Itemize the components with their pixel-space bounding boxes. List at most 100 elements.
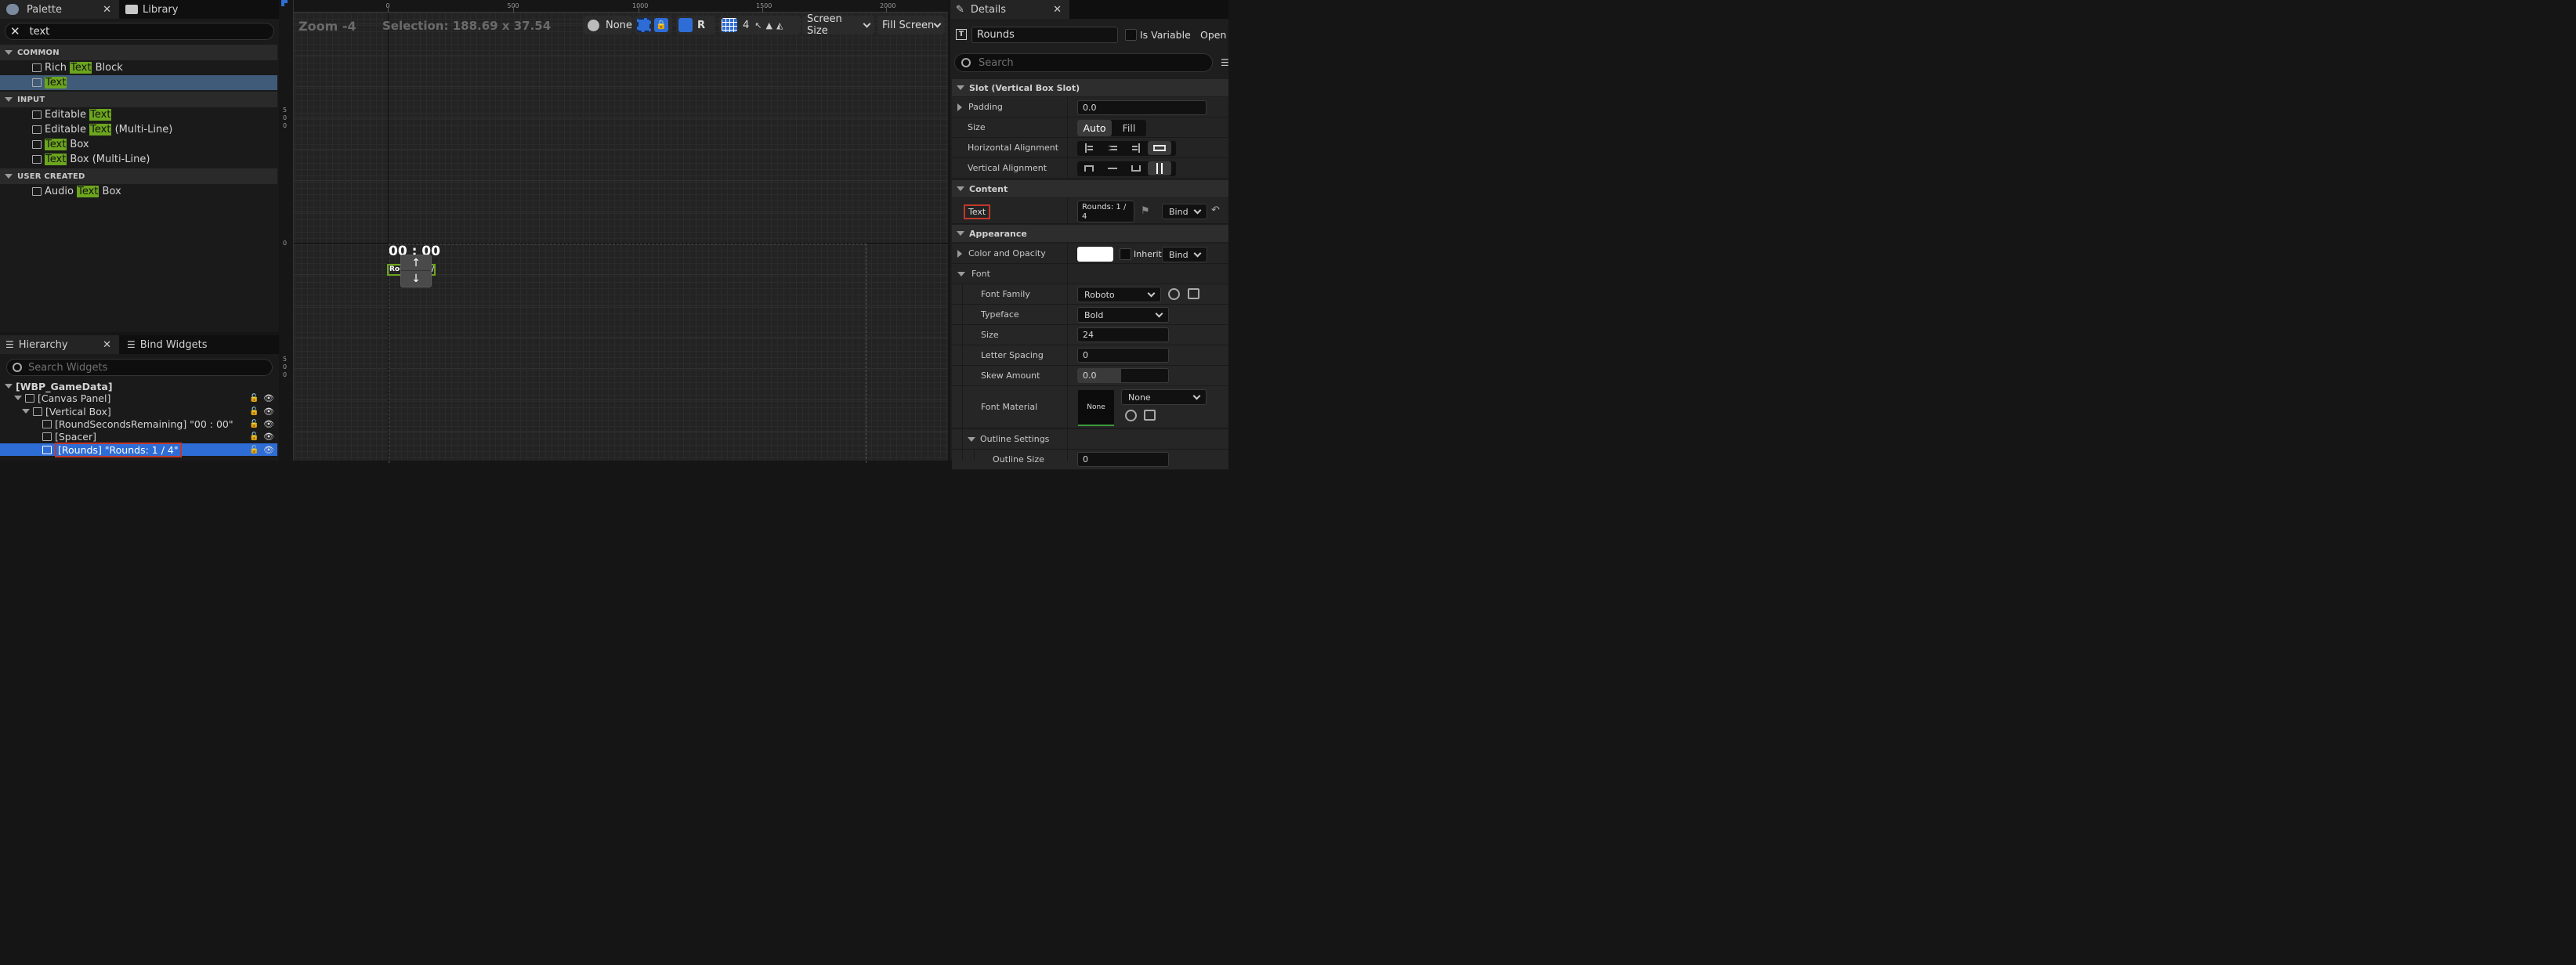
align-bottom-icon[interactable] xyxy=(1124,161,1148,175)
details-search[interactable]: Search xyxy=(954,53,1213,72)
lock-icon[interactable]: 🔓 xyxy=(249,407,259,416)
font-material-thumbnail[interactable]: None xyxy=(1078,390,1114,426)
tree-node[interactable]: [RoundSecondsRemaining] "00 : 00" 🔓 👁 xyxy=(0,417,277,430)
ruler-vertical xyxy=(281,0,294,461)
reset-icon[interactable]: ↶ xyxy=(1211,204,1220,216)
move-down-icon[interactable]: ↓ xyxy=(401,271,431,287)
screen-size-label: Screen Size xyxy=(807,13,842,37)
grid-snap-toggle[interactable]: 4 ↖ ▲ ◭ xyxy=(719,16,801,34)
palette-category[interactable]: INPUT xyxy=(0,92,277,107)
section-slot[interactable]: Slot (Vertical Box Slot) xyxy=(952,79,1228,96)
fill-screen-dropdown[interactable]: Fill Screen xyxy=(877,16,945,34)
tree-node-label: [Canvas Panel] xyxy=(38,392,111,404)
transform-toggle[interactable]: R xyxy=(676,16,715,34)
tree-root[interactable]: [WBP_GameData] xyxy=(0,380,277,392)
tree-node[interactable]: [Spacer] 🔓 👁 xyxy=(0,430,277,443)
tab-library[interactable]: Library xyxy=(125,0,178,19)
tree-node[interactable]: [Canvas Panel] 🔓 👁 xyxy=(0,392,277,404)
screen-bounds xyxy=(389,244,867,463)
palette-search[interactable]: ✕ text xyxy=(5,23,274,40)
section-content[interactable]: Content xyxy=(952,180,1228,197)
palette-category-label: INPUT xyxy=(17,95,45,104)
eye-icon[interactable]: 👁 xyxy=(263,407,274,417)
color-swatch[interactable] xyxy=(1077,247,1113,262)
palette-category[interactable]: USER CREATED xyxy=(0,168,277,184)
tree-node[interactable]: [Rounds] "Rounds: 1 / 4" 🔓 👁 xyxy=(0,442,277,457)
section-appearance[interactable]: Appearance xyxy=(952,225,1228,242)
lock-icon[interactable]: 🔓 xyxy=(249,432,259,441)
search-highlight: Text xyxy=(70,62,92,74)
eye-icon[interactable]: 👁 xyxy=(263,432,274,442)
screen-size-dropdown[interactable]: Screen Size xyxy=(802,13,874,37)
browse-icon[interactable] xyxy=(1168,288,1180,300)
align-middle-icon[interactable] xyxy=(1101,161,1124,175)
palette-item[interactable]: Text xyxy=(0,75,277,90)
palette-item[interactable]: Text Box xyxy=(0,137,277,152)
typeface-dropdown[interactable]: Bold xyxy=(1077,307,1169,323)
localization-preview-button[interactable]: None xyxy=(584,16,632,34)
color-bind-dropdown[interactable]: Bind xyxy=(1162,247,1207,262)
lock-icon[interactable]: 🔓 xyxy=(249,394,259,403)
palette-item[interactable]: Rich Text Block xyxy=(0,60,277,75)
align-right-icon[interactable] xyxy=(1124,141,1148,155)
close-icon[interactable]: ✕ xyxy=(1053,4,1062,16)
zoom-label: Zoom -4 xyxy=(298,19,356,34)
text-value-field[interactable]: Rounds: 1 / 4 xyxy=(1077,201,1134,222)
font-size-field[interactable]: 24 xyxy=(1077,327,1169,342)
inherit-checkbox[interactable] xyxy=(1120,248,1131,260)
tab-hierarchy[interactable]: ☰ Hierarchy ✕ xyxy=(0,335,119,354)
eye-icon[interactable]: 👁 xyxy=(263,419,274,429)
inherit-label: Inherit xyxy=(1134,249,1162,259)
padding-field[interactable]: 0.0 xyxy=(1077,100,1207,115)
palette-category[interactable]: COMMON xyxy=(0,45,277,60)
palette-item[interactable]: Editable Text (Multi-Line) xyxy=(0,122,277,137)
row-outline-settings[interactable]: Outline Settings xyxy=(952,429,1228,450)
widget-name-field[interactable]: Rounds xyxy=(971,27,1118,43)
eye-icon[interactable]: 👁 xyxy=(263,445,274,455)
halign-label: Horizontal Alignment xyxy=(968,143,1059,153)
font-family-dropdown[interactable]: Roboto xyxy=(1077,287,1161,302)
align-left-icon[interactable] xyxy=(1077,141,1101,155)
find-asset-icon[interactable] xyxy=(1144,410,1156,421)
is-variable-checkbox[interactable] xyxy=(1125,29,1137,41)
palette-item[interactable]: Audio Text Box xyxy=(0,184,277,199)
outline-size-field[interactable]: 0 xyxy=(1077,452,1169,467)
size-auto-button[interactable]: Auto xyxy=(1077,120,1112,136)
search-highlight: Text xyxy=(45,139,67,150)
align-fill-icon[interactable] xyxy=(1148,141,1171,155)
close-icon[interactable]: ✕ xyxy=(103,339,111,351)
align-center-icon[interactable] xyxy=(1101,141,1124,155)
palette-item[interactable]: Editable Text xyxy=(0,107,277,122)
chevron-down-icon xyxy=(1192,392,1201,399)
eye-icon[interactable]: 👁 xyxy=(263,393,274,403)
bind-label: Bind xyxy=(1169,249,1189,260)
tab-bind-widgets[interactable]: ☰ Bind Widgets xyxy=(127,335,207,354)
font-material-dropdown[interactable]: None xyxy=(1121,389,1207,405)
size-fill-button[interactable]: Fill xyxy=(1112,120,1146,136)
align-top-icon[interactable] xyxy=(1077,161,1101,175)
close-icon[interactable]: ✕ xyxy=(103,4,111,16)
tab-palette[interactable]: Palette ✕ xyxy=(0,0,119,19)
letter-spacing-field[interactable]: 0 xyxy=(1077,348,1169,363)
align-vfill-icon[interactable] xyxy=(1148,161,1171,175)
text-property-label: Text xyxy=(964,204,991,219)
browse-icon[interactable] xyxy=(1125,410,1137,421)
text-bind-dropdown[interactable]: Bind xyxy=(1162,204,1207,219)
move-up-icon[interactable]: ↑ xyxy=(401,255,431,271)
skew-field[interactable]: 0.0 xyxy=(1077,368,1169,383)
lock-icon[interactable]: 🔓 xyxy=(249,446,259,454)
palette-item[interactable]: Text Box (Multi-Line) xyxy=(0,152,277,167)
clear-icon[interactable]: ✕ xyxy=(10,24,20,38)
tree-node[interactable]: [Vertical Box] 🔓 👁 xyxy=(0,405,277,417)
reorder-widget[interactable]: ↑ ↓ xyxy=(400,255,432,287)
row-font[interactable]: Font xyxy=(952,264,1228,284)
columns-icon[interactable]: ☰ xyxy=(1221,57,1229,68)
open-button[interactable]: Open T xyxy=(1200,29,1228,41)
r-button[interactable]: R xyxy=(697,20,705,31)
respect-locks-toggle[interactable]: 🔒 xyxy=(635,16,672,34)
hierarchy-search[interactable]: Search Widgets xyxy=(6,359,273,376)
flag-icon[interactable]: ⚑ xyxy=(1141,205,1150,217)
lock-icon[interactable]: 🔓 xyxy=(249,420,259,428)
tab-details[interactable]: ✎ Details ✕ xyxy=(950,0,1069,19)
find-asset-icon[interactable] xyxy=(1188,288,1199,299)
